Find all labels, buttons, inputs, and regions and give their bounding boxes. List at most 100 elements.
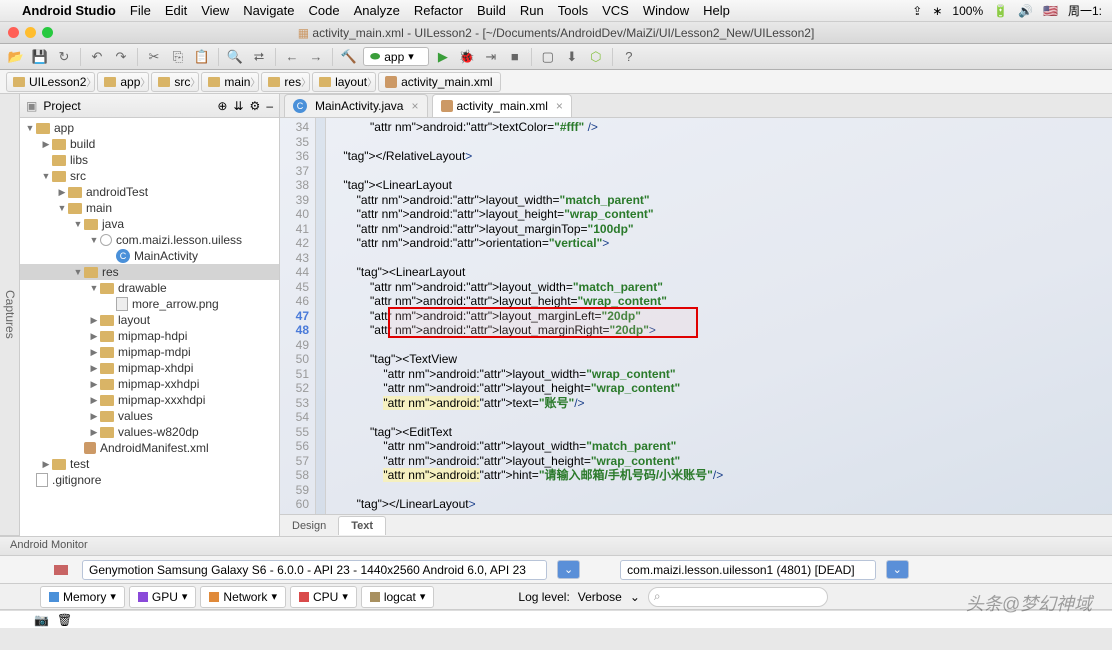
menu-run[interactable]: Run bbox=[520, 3, 544, 18]
crumb-res[interactable]: res bbox=[261, 72, 310, 92]
stop-icon[interactable]: ■ bbox=[505, 47, 525, 67]
loglevel-dropdown-icon[interactable]: ⌄ bbox=[630, 590, 640, 604]
make-icon[interactable]: 🔨 bbox=[339, 47, 359, 67]
tree-item-mipmap-xxhdpi[interactable]: ▶mipmap-xxhdpi bbox=[20, 376, 279, 392]
tree-item-mipmap-xhdpi[interactable]: ▶mipmap-xhdpi bbox=[20, 360, 279, 376]
android-monitor-icon[interactable]: ⬡ bbox=[586, 47, 606, 67]
save-icon[interactable]: 💾 bbox=[30, 47, 50, 67]
text-tab[interactable]: Text bbox=[338, 516, 386, 535]
wifi-icon[interactable]: ⇪ bbox=[912, 4, 922, 18]
crumb-layout[interactable]: layout bbox=[312, 72, 376, 92]
tree-item-mipmap-xxxhdpi[interactable]: ▶mipmap-xxxhdpi bbox=[20, 392, 279, 408]
tree-item-layout[interactable]: ▶layout bbox=[20, 312, 279, 328]
minimize-window-button[interactable] bbox=[25, 27, 36, 38]
device-select[interactable]: Genymotion Samsung Galaxy S6 - 6.0.0 - A… bbox=[82, 560, 547, 580]
tree-item-com-maizi-lesson-uiless[interactable]: ▼com.maizi.lesson.uiless bbox=[20, 232, 279, 248]
tree-item-java[interactable]: ▼java bbox=[20, 216, 279, 232]
debug-icon[interactable]: 🐞 bbox=[457, 47, 477, 67]
run-icon[interactable]: ▶ bbox=[433, 47, 453, 67]
run-configuration-select[interactable]: ⬬app ▾ bbox=[363, 47, 429, 66]
tab-cpu[interactable]: CPU ▾ bbox=[290, 586, 357, 608]
process-dropdown-icon[interactable]: ⌄ bbox=[886, 560, 909, 579]
tab-logcat[interactable]: logcat ▾ bbox=[361, 586, 435, 608]
replace-icon[interactable]: ⮂ bbox=[249, 47, 269, 67]
menu-file[interactable]: File bbox=[130, 3, 151, 18]
tree-item-androidtest[interactable]: ▶androidTest bbox=[20, 184, 279, 200]
gutter-captures[interactable]: Captures bbox=[1, 94, 19, 536]
editor-body[interactable]: 3435363738394041424344454647484950515253… bbox=[280, 118, 1112, 514]
bluetooth-icon[interactable]: ∗ bbox=[932, 4, 942, 18]
tree-item-more-arrow-png[interactable]: more_arrow.png bbox=[20, 296, 279, 312]
tree-item-src[interactable]: ▼src bbox=[20, 168, 279, 184]
design-tab[interactable]: Design bbox=[280, 517, 338, 535]
menu-navigate[interactable]: Navigate bbox=[243, 3, 294, 18]
menu-help[interactable]: Help bbox=[703, 3, 730, 18]
crumb-main[interactable]: main bbox=[201, 72, 259, 92]
crumb-file[interactable]: activity_main.xml bbox=[378, 72, 501, 92]
cut-icon[interactable]: ✂ bbox=[144, 47, 164, 67]
volume-icon[interactable]: 🔊 bbox=[1018, 4, 1033, 18]
tree-item-libs[interactable]: libs bbox=[20, 152, 279, 168]
menu-view[interactable]: View bbox=[201, 3, 229, 18]
attach-debugger-icon[interactable]: ⇥ bbox=[481, 47, 501, 67]
tree-item-test[interactable]: ▶test bbox=[20, 456, 279, 472]
project-tree[interactable]: ▼app▶buildlibs▼src▶androidTest▼main▼java… bbox=[20, 118, 279, 536]
tab-gpu[interactable]: GPU ▾ bbox=[129, 586, 197, 608]
collapse-all-icon[interactable]: ⇊ bbox=[233, 99, 243, 113]
trash-icon[interactable]: 🗑 bbox=[57, 613, 72, 627]
tree-item-drawable[interactable]: ▼drawable bbox=[20, 280, 279, 296]
tree-item-mainactivity[interactable]: CMainActivity bbox=[20, 248, 279, 264]
undo-icon[interactable]: ↶ bbox=[87, 47, 107, 67]
menu-code[interactable]: Code bbox=[309, 3, 340, 18]
close-window-button[interactable] bbox=[8, 27, 19, 38]
open-icon[interactable]: 📂 bbox=[6, 47, 26, 67]
device-dropdown-icon[interactable]: ⌄ bbox=[557, 560, 580, 579]
flag-icon[interactable]: 🇺🇸 bbox=[1043, 4, 1058, 18]
logcat-search-input[interactable] bbox=[648, 587, 828, 607]
loglevel-select[interactable]: Verbose bbox=[578, 590, 622, 604]
tree-item--gitignore[interactable]: .gitignore bbox=[20, 472, 279, 488]
gear-icon[interactable]: ⚙ bbox=[250, 99, 261, 113]
tree-item-values[interactable]: ▶values bbox=[20, 408, 279, 424]
zoom-window-button[interactable] bbox=[42, 27, 53, 38]
menu-edit[interactable]: Edit bbox=[165, 3, 187, 18]
menu-refactor[interactable]: Refactor bbox=[414, 3, 463, 18]
crumb-project[interactable]: UILesson2 bbox=[6, 72, 95, 92]
code-content[interactable]: "attr nm">android:"attr">textColor="#fff… bbox=[326, 118, 1112, 514]
crumb-app[interactable]: app bbox=[97, 72, 149, 92]
menu-tools[interactable]: Tools bbox=[558, 3, 588, 18]
crumb-src[interactable]: src bbox=[151, 72, 199, 92]
gutter-project[interactable]: 1: Project bbox=[0, 94, 1, 536]
menu-window[interactable]: Window bbox=[643, 3, 689, 18]
tree-item-app[interactable]: ▼app bbox=[20, 120, 279, 136]
tab-network[interactable]: Network ▾ bbox=[200, 586, 286, 608]
forward-icon[interactable]: → bbox=[306, 47, 326, 67]
close-tab-icon[interactable]: × bbox=[411, 99, 418, 113]
tree-item-build[interactable]: ▶build bbox=[20, 136, 279, 152]
tree-item-androidmanifest-xml[interactable]: AndroidManifest.xml bbox=[20, 440, 279, 456]
tab-memory[interactable]: Memory ▾ bbox=[40, 586, 125, 608]
scroll-from-source-icon[interactable]: ⊕ bbox=[217, 99, 227, 113]
tree-item-mipmap-mdpi[interactable]: ▶mipmap-mdpi bbox=[20, 344, 279, 360]
menu-build[interactable]: Build bbox=[477, 3, 506, 18]
close-tab-icon[interactable]: × bbox=[556, 99, 563, 113]
tree-item-res[interactable]: ▼res bbox=[20, 264, 279, 280]
sdk-manager-icon[interactable]: ⬇ bbox=[562, 47, 582, 67]
tree-item-values-w820dp[interactable]: ▶values-w820dp bbox=[20, 424, 279, 440]
sync-icon[interactable]: ↻ bbox=[54, 47, 74, 67]
redo-icon[interactable]: ↷ bbox=[111, 47, 131, 67]
hide-icon[interactable]: ‒ bbox=[266, 99, 273, 113]
tree-item-main[interactable]: ▼main bbox=[20, 200, 279, 216]
help-icon[interactable]: ? bbox=[619, 47, 639, 67]
copy-icon[interactable]: ⎘ bbox=[168, 47, 188, 67]
tree-item-mipmap-hdpi[interactable]: ▶mipmap-hdpi bbox=[20, 328, 279, 344]
paste-icon[interactable]: 📋 bbox=[192, 47, 212, 67]
editor-tab-activity-main[interactable]: activity_main.xml × bbox=[432, 94, 572, 117]
menu-vcs[interactable]: VCS bbox=[602, 3, 629, 18]
avd-manager-icon[interactable]: ▢ bbox=[538, 47, 558, 67]
app-name[interactable]: Android Studio bbox=[22, 3, 116, 18]
menu-analyze[interactable]: Analyze bbox=[354, 3, 400, 18]
android-monitor-header[interactable]: Android Monitor bbox=[0, 536, 1112, 556]
editor-tab-mainactivity[interactable]: C MainActivity.java × bbox=[284, 94, 428, 117]
camera-icon[interactable]: 📷 bbox=[34, 613, 49, 627]
